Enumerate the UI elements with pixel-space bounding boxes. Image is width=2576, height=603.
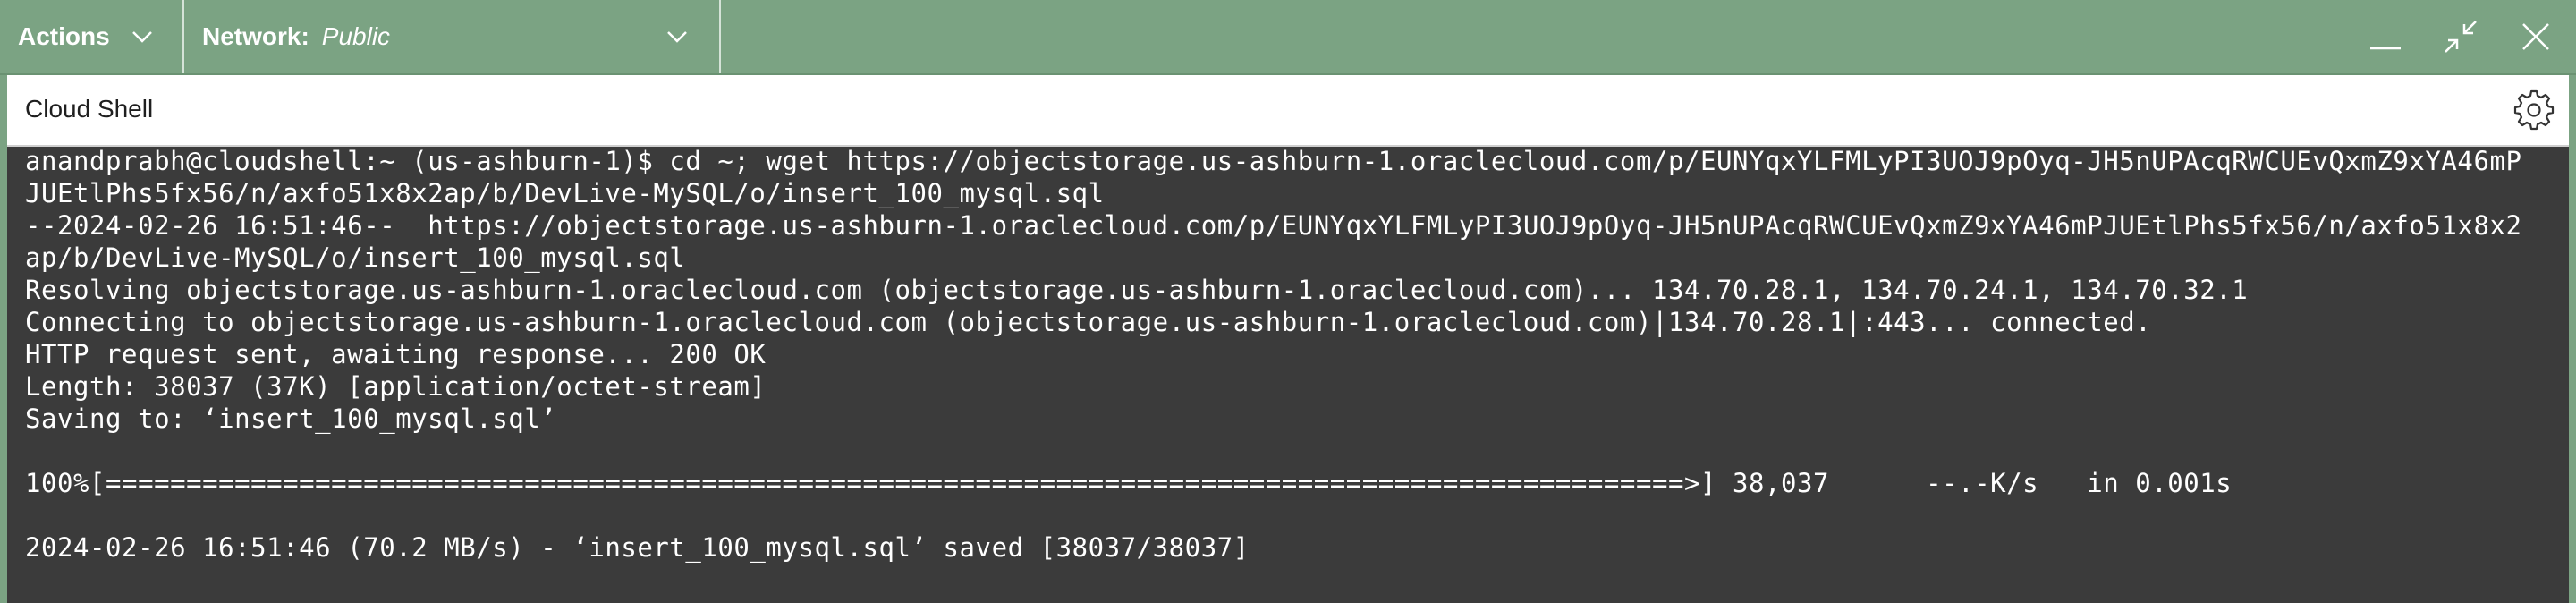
panel-title: Cloud Shell: [25, 95, 154, 123]
panel-header: Cloud Shell: [7, 75, 2569, 147]
network-value: Public: [321, 22, 391, 50]
terminal-line: JUEtlPhs5fx56/n/axfo51x8x2ap/b/DevLive-M…: [25, 178, 1105, 208]
terminal-line: HTTP request sent, awaiting response... …: [25, 339, 767, 369]
actions-label: Actions: [18, 22, 110, 50]
minimize-icon[interactable]: [2365, 16, 2406, 57]
actions-menu-button[interactable]: Actions: [0, 0, 184, 73]
chevron-down-icon: [667, 31, 687, 43]
terminal-line: Saving to: ‘insert_100_mysql.sql’: [25, 403, 557, 434]
terminal-line: Connecting to objectstorage.us-ashburn-1…: [25, 307, 2152, 337]
network-selector[interactable]: Network: Public: [184, 0, 721, 73]
terminal-line: --2024-02-26 16:51:46-- https://objectst…: [25, 210, 2522, 241]
terminal-output[interactable]: anandprabh@cloudshell:~ (us-ashburn-1)$ …: [7, 146, 2569, 603]
terminal-line: Length: 38037 (37K) [application/octet-s…: [25, 371, 767, 402]
terminal-line: ap/b/DevLive-MySQL/o/insert_100_mysql.sq…: [25, 242, 686, 273]
restore-icon[interactable]: [2440, 16, 2481, 57]
chevron-down-icon: [132, 31, 152, 43]
terminal-line: 100%[===================================…: [25, 468, 2233, 498]
terminal-line: Resolving objectstorage.us-ashburn-1.ora…: [25, 275, 2249, 305]
network-label: Network:: [202, 22, 309, 50]
terminal-line: anandprabh@cloudshell:~ (us-ashburn-1)$ …: [25, 146, 2522, 176]
cloud-shell-panel: Cloud Shell anandprabh@cloudshell:~ (us-…: [7, 75, 2569, 603]
gear-icon[interactable]: [2513, 89, 2555, 131]
close-icon[interactable]: [2515, 16, 2556, 57]
terminal-line: 2024-02-26 16:51:46 (70.2 MB/s) - ‘inser…: [25, 532, 1250, 563]
cloud-shell-toolbar: Actions Network: Public: [0, 0, 2576, 75]
